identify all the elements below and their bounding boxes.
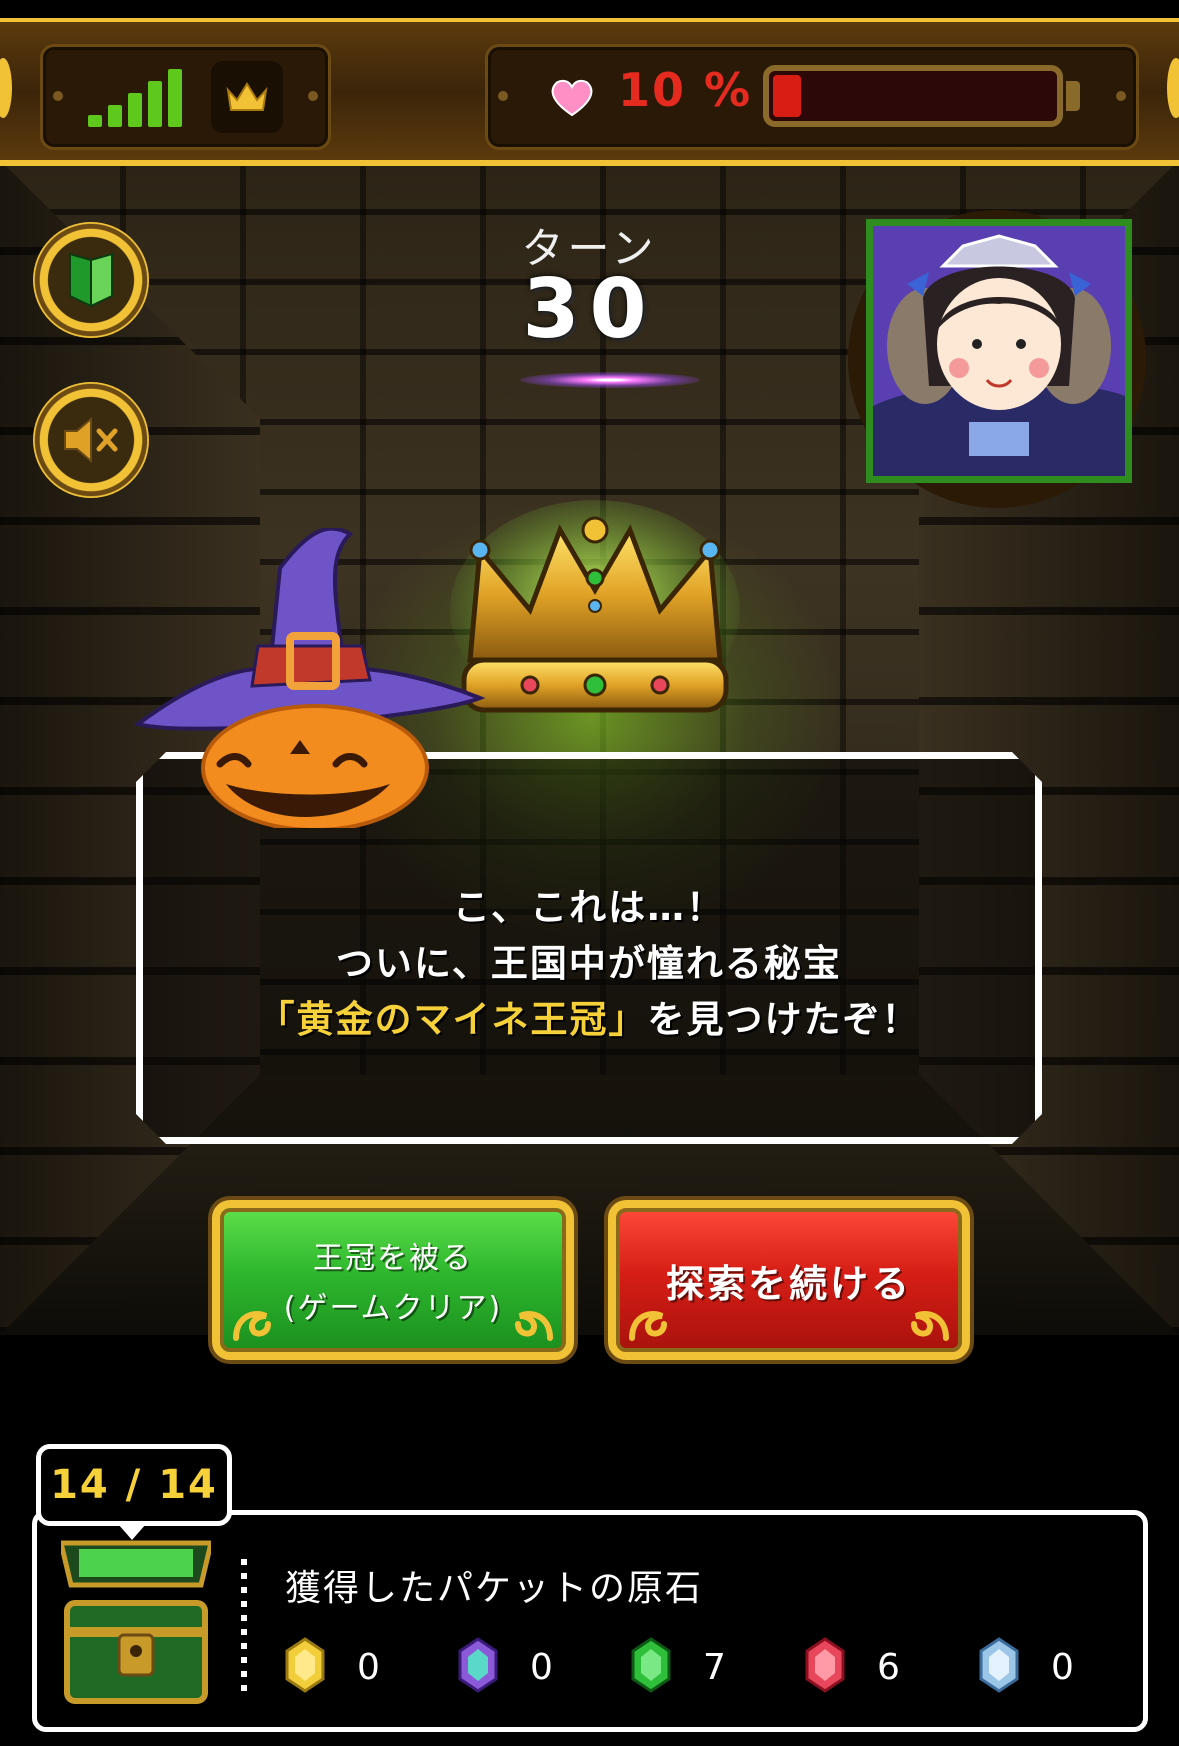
- avatar[interactable]: [866, 219, 1132, 483]
- treasure-chest-icon[interactable]: [57, 1539, 215, 1709]
- gem-item-yellow: 0: [285, 1633, 445, 1703]
- rivet: [496, 89, 510, 103]
- stamina-panel: 10 %: [485, 44, 1139, 150]
- dotted-divider: [241, 1559, 247, 1693]
- battery-percent: 10 %: [618, 63, 753, 117]
- golden-crown-illustration: [450, 500, 740, 740]
- yellow-gem-icon: [285, 1637, 325, 1693]
- battery-cap: [1066, 81, 1080, 111]
- continue-explore-button[interactable]: 探索を続ける: [608, 1200, 970, 1360]
- signal-bars-icon: [88, 67, 198, 127]
- battery-gauge: [763, 65, 1063, 127]
- pumpkin-witch-mascot: [130, 526, 490, 832]
- blue-gem-icon: [979, 1637, 1019, 1693]
- wear-crown-button[interactable]: 王冠を被る (ゲームクリア): [212, 1200, 574, 1360]
- game-clear-label: (ゲームクリア): [283, 1291, 503, 1326]
- top-status-bar: 10 %: [0, 18, 1179, 166]
- gem-count-purple: 0: [530, 1647, 553, 1688]
- dialog-line-3: 「黄金のマイネ王冠」を見つけたぞ！: [143, 989, 1035, 1043]
- collection-counter: 14 / 14: [36, 1444, 232, 1526]
- ornament-curl-icon: [515, 1311, 553, 1341]
- rivet: [51, 89, 65, 103]
- gem-item-purple: 0: [458, 1633, 618, 1703]
- ornament-curl-icon: [629, 1311, 667, 1341]
- ornament-curl-icon: [911, 1311, 949, 1341]
- gem-item-green: 7: [631, 1633, 791, 1703]
- dialog-line-2: ついに、王国中が憧れる秘宝: [336, 942, 842, 985]
- gem-count-yellow: 0: [357, 1647, 380, 1688]
- rivet: [306, 89, 320, 103]
- green-gem-icon: [631, 1637, 671, 1693]
- girl-avatar-illustration: [873, 226, 1125, 476]
- continue-explore-label: 探索を続ける: [665, 1261, 912, 1306]
- sound-toggle-button[interactable]: [33, 382, 149, 498]
- wear-crown-label: 王冠を被る: [313, 1241, 473, 1276]
- treasure-name: 「黄金のマイネ王冠」: [257, 998, 648, 1041]
- sound-muted-icon: [64, 416, 118, 464]
- inventory-title: 獲得したパケットの原石: [285, 1568, 704, 1609]
- gem-count-green: 7: [703, 1647, 726, 1688]
- battery-fill: [773, 75, 801, 117]
- dialog-line-1: こ、これは…！: [452, 886, 726, 929]
- inventory-panel: 獲得したパケットの原石 0 0 7 6 0: [32, 1510, 1148, 1732]
- crown-icon[interactable]: [211, 61, 283, 133]
- ornament-curl-icon: [233, 1311, 271, 1341]
- red-gem-icon: [805, 1637, 845, 1693]
- gem-count-red: 6: [877, 1647, 900, 1688]
- gem-item-blue: 0: [979, 1633, 1139, 1703]
- hud-ornament-right: [1167, 58, 1179, 118]
- heart-icon: [545, 70, 599, 124]
- gem-item-red: 6: [805, 1633, 965, 1703]
- sparkle-effect: [520, 372, 700, 388]
- rivet: [1114, 89, 1128, 103]
- counter-pointer: [118, 1524, 146, 1540]
- dialog-line-3-rest: を見つけたぞ！: [647, 998, 921, 1041]
- gem-list: 0 0 7 6 0: [285, 1633, 1125, 1713]
- gem-count-blue: 0: [1051, 1647, 1074, 1688]
- purple-gem-icon: [458, 1637, 498, 1693]
- signal-panel: [40, 44, 331, 150]
- hud-ornament-left: [0, 58, 12, 118]
